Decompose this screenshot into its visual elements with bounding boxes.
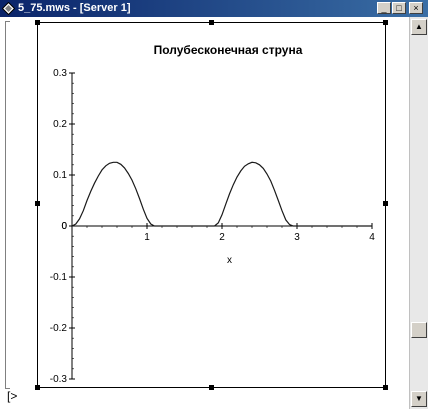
close-button[interactable]: ×: [409, 2, 423, 14]
resize-handle-left[interactable]: [35, 201, 40, 206]
window-title: 5_75.mws - [Server 1]: [18, 2, 131, 14]
scroll-thumb[interactable]: [411, 322, 427, 338]
scroll-up-button[interactable]: ▲: [411, 19, 427, 35]
chart-title: Полубесконечная струна: [154, 43, 303, 57]
y-tick-label: -0.3: [50, 374, 68, 385]
y-tick-label: 0.2: [53, 119, 67, 130]
execution-group-bracket[interactable]: [5, 21, 10, 389]
maximize-button[interactable]: □: [392, 2, 406, 14]
x-tick-label: 4: [369, 232, 375, 243]
resize-handle-bottom-right[interactable]: [383, 385, 388, 390]
series-line: [71, 161, 372, 227]
x-tick-label: 1: [144, 232, 150, 243]
minimize-button[interactable]: _: [377, 2, 391, 14]
maple-diamond-icon: [2, 2, 15, 15]
worksheet-area[interactable]: Полубесконечная струна -0.3 -0.2 -0.1 0 0.1 0.…: [0, 17, 409, 409]
y-tick-label: 0.3: [53, 68, 67, 79]
resize-handle-bottom[interactable]: [209, 385, 214, 390]
x-tick-label: 2: [219, 232, 225, 243]
resize-handle-top-right[interactable]: [383, 20, 388, 25]
resize-handle-right[interactable]: [383, 201, 388, 206]
scroll-down-button[interactable]: ▼: [411, 391, 427, 407]
plot-region[interactable]: Полубесконечная струна -0.3 -0.2 -0.1 0 0.1 0.…: [37, 22, 386, 388]
title-bar[interactable]: 5_75.mws - [Server 1] _ □ ×: [0, 0, 428, 17]
input-prompt[interactable]: [>: [7, 390, 17, 402]
x-tick-label: 3: [294, 232, 300, 243]
resize-handle-bottom-left[interactable]: [35, 385, 40, 390]
y-tick-label: 0.1: [53, 170, 67, 181]
app-window: 5_75.mws - [Server 1] _ □ × Полубесконеч…: [0, 0, 428, 409]
resize-handle-top-left[interactable]: [35, 20, 40, 25]
resize-handle-top[interactable]: [209, 20, 214, 25]
x-tick-label: 0: [61, 221, 67, 232]
vertical-scrollbar[interactable]: ▲ ▼: [409, 17, 428, 409]
y-tick-label: -0.2: [50, 323, 68, 334]
y-tick-label: -0.1: [50, 272, 68, 283]
x-axis-label: x: [227, 255, 232, 266]
plot-canvas: Полубесконечная струна -0.3 -0.2 -0.1 0 0.1 0.…: [50, 43, 375, 385]
